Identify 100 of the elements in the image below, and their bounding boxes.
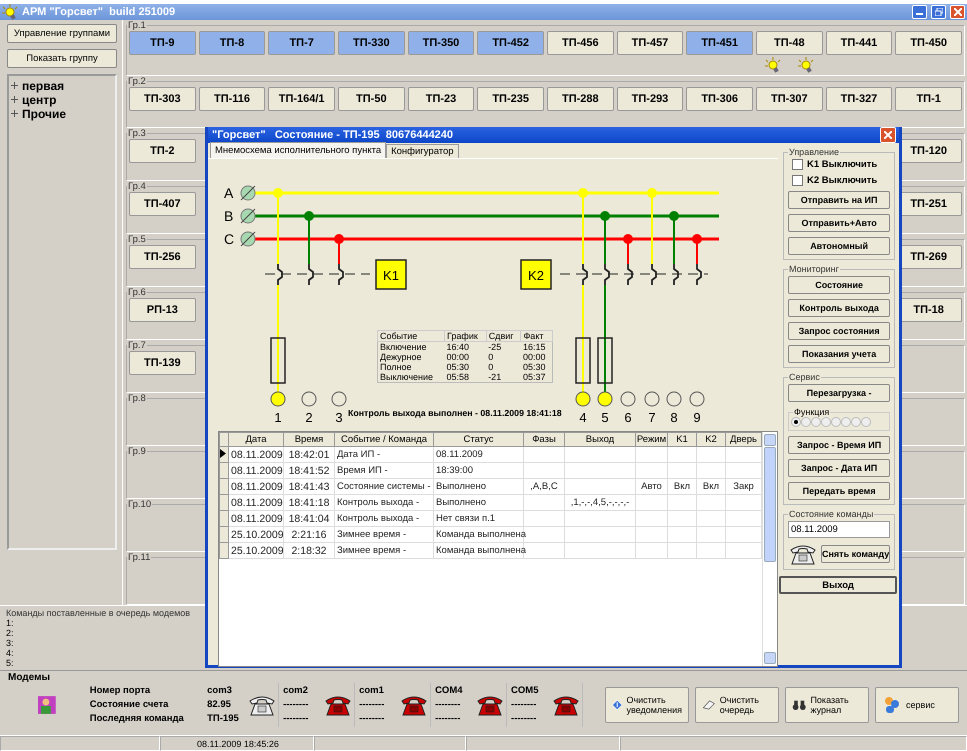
queue-title: Команды поставленные в очередь модемов — [6, 608, 192, 618]
station-button[interactable]: ТП-2 — [129, 138, 196, 163]
radio-button[interactable] — [821, 417, 831, 427]
phase-label: A — [224, 185, 234, 201]
station-button[interactable]: ТП-7 — [268, 30, 335, 55]
command-button[interactable]: Передать время — [788, 482, 890, 500]
table-cell: 08.11.2009 — [228, 478, 284, 494]
station-button[interactable]: ТП-116 — [198, 86, 266, 111]
scrollbar-thumb[interactable] — [764, 447, 776, 562]
tree-item[interactable]: Прочие — [22, 106, 66, 121]
table-cell: 08.11.2009 — [228, 462, 284, 478]
command-button[interactable]: Контроль выхода — [788, 299, 890, 317]
checkbox-option[interactable]: K2 Выключить — [788, 175, 890, 186]
station-button[interactable]: ТП-256 — [129, 244, 196, 269]
tab[interactable]: Конфигуратор — [386, 144, 459, 158]
table-cell: 18:41:52 — [284, 462, 334, 478]
command-button[interactable]: Отправить+Авто — [788, 214, 890, 232]
station-button[interactable]: РП-13 — [129, 298, 196, 322]
station-button[interactable]: ТП-327 — [826, 86, 892, 111]
station-button[interactable]: ТП-50 — [338, 86, 405, 111]
station-button[interactable]: ТП-164/1 — [268, 86, 335, 111]
station-button[interactable]: ТП-452 — [477, 30, 544, 55]
restore-button[interactable] — [931, 4, 946, 19]
station-button[interactable]: ТП-293 — [616, 86, 684, 111]
table-cell: Время ИП - — [334, 462, 434, 478]
table-cell: 05:37 — [520, 372, 552, 382]
column-header: Время — [284, 432, 334, 446]
exit-button[interactable]: Выход — [779, 576, 898, 594]
last-command: -------- — [359, 712, 386, 726]
phase-label: C — [224, 231, 234, 247]
station-button[interactable]: ТП-23 — [408, 86, 474, 111]
station-button[interactable]: ТП-450 — [895, 30, 962, 55]
command-state-field[interactable]: 08.11.2009 — [788, 521, 890, 538]
station-button[interactable]: ТП-456 — [546, 30, 614, 55]
station-button[interactable]: ТП-48 — [756, 30, 823, 55]
column-header: Событие / Команда — [334, 432, 434, 446]
action-button[interactable]: Показать журнал — [785, 686, 870, 723]
radio-button[interactable] — [791, 417, 801, 427]
station-button[interactable]: ТП-457 — [616, 30, 684, 55]
station-button[interactable]: ТП-288 — [546, 86, 614, 111]
status-time: 08.11.2009 18:45:26 — [160, 736, 314, 751]
station-button[interactable]: ТП-451 — [686, 30, 753, 55]
checkbox[interactable] — [792, 159, 803, 170]
station-button[interactable]: ТП-139 — [129, 350, 196, 375]
command-button[interactable]: Отправить на ИП — [788, 191, 890, 209]
station-button[interactable]: ТП-8 — [198, 30, 266, 55]
station-button[interactable]: ТП-9 — [129, 30, 196, 55]
radio-button[interactable] — [841, 417, 851, 427]
tree-item[interactable]: первая — [22, 78, 64, 93]
table-cell-text: 00:00 — [446, 352, 470, 362]
terminal-icon — [240, 186, 256, 200]
group-label: Функция — [793, 407, 830, 417]
cancel-command-button[interactable]: Снять команду — [821, 545, 890, 563]
terminal-icon — [240, 208, 256, 224]
command-button[interactable]: Запрос - Дата ИП — [788, 459, 890, 477]
action-button[interactable]: Очистить уведомления — [605, 686, 690, 723]
tree-item[interactable]: центр — [22, 92, 57, 107]
expand-icon[interactable] — [11, 110, 18, 118]
checkbox-option[interactable]: K1 Выключить — [788, 159, 890, 170]
expand-icon[interactable] — [11, 82, 18, 90]
column-header: Событие — [378, 330, 445, 342]
light-bulb-icon — [798, 56, 814, 73]
command-button[interactable]: Перезагрузка - — [788, 384, 890, 402]
table-cell: 16:40 — [444, 342, 486, 352]
command-button[interactable]: Автономный — [788, 237, 890, 255]
panel-button[interactable]: Управление группами — [7, 24, 117, 43]
radio-button[interactable] — [811, 417, 821, 427]
panel-button[interactable]: Показать группу — [7, 48, 117, 68]
command-button[interactable]: Состояние — [788, 276, 890, 294]
station-button[interactable]: ТП-307 — [756, 86, 823, 111]
port-name: com2 — [283, 684, 309, 698]
station-button[interactable]: ТП-306 — [686, 86, 753, 111]
row-label: Последняя команда — [90, 712, 185, 726]
command-button[interactable]: Запрос состояния — [788, 322, 890, 340]
station-button[interactable]: ТП-441 — [826, 30, 892, 55]
action-button[interactable]: сервис — [875, 686, 960, 723]
action-button[interactable]: Очистить очередь — [695, 686, 780, 723]
port-name: COM5 — [511, 684, 540, 698]
radio-button[interactable] — [861, 417, 871, 427]
radio-button[interactable] — [831, 417, 841, 427]
output-number: 9 — [693, 410, 701, 425]
checkbox[interactable] — [792, 175, 803, 186]
station-button[interactable]: ТП-350 — [408, 30, 474, 55]
station-button[interactable]: ТП-303 — [129, 86, 196, 111]
station-button[interactable]: ТП-235 — [477, 86, 544, 111]
tab[interactable]: Мнемосхема исполнительного пункта — [210, 142, 386, 158]
minimize-button[interactable] — [912, 4, 927, 19]
station-button[interactable]: ТП-1 — [895, 86, 962, 111]
expand-icon[interactable] — [11, 96, 18, 104]
close-button[interactable] — [950, 4, 965, 19]
close-button[interactable] — [880, 127, 896, 143]
output-number: 8 — [670, 410, 678, 425]
radio-button[interactable] — [801, 417, 811, 427]
command-button[interactable]: Запрос - Время ИП — [788, 436, 890, 454]
row-label: Номер порта — [90, 684, 152, 698]
command-button[interactable]: Показания учета — [788, 345, 890, 363]
station-button[interactable]: ТП-330 — [338, 30, 405, 55]
table-cell: 18:42:01 — [284, 446, 334, 462]
radio-button[interactable] — [851, 417, 861, 427]
station-button[interactable]: ТП-407 — [129, 192, 196, 216]
